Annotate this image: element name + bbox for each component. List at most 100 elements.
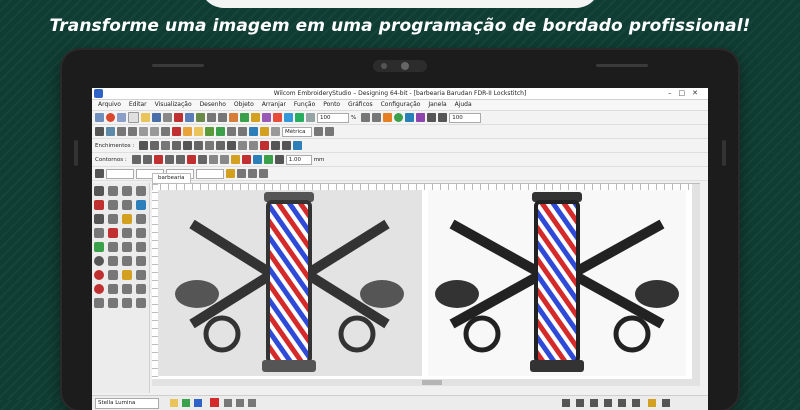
effect-icon[interactable] [262,113,271,122]
tool-icon[interactable] [108,270,118,280]
home-icon[interactable] [95,113,104,122]
tool-icon[interactable] [282,141,292,150]
select-tool-icon[interactable] [94,186,104,196]
menu-ajuda[interactable]: Ajuda [455,101,472,108]
navigation-icon[interactable] [590,399,598,407]
tool-icon[interactable] [94,284,104,294]
wilcom-icon[interactable] [106,113,115,122]
effect-icon[interactable] [260,127,269,136]
tool-icon[interactable] [314,127,323,136]
zoom-input[interactable]: 100 [317,112,349,123]
fill-type-icon[interactable] [139,141,149,150]
tool-icon[interactable] [122,228,132,238]
zoom-out-icon[interactable] [372,113,382,122]
tool-icon[interactable] [248,169,257,178]
shape-icon[interactable] [117,127,126,136]
color-swatch[interactable] [170,399,178,407]
menu-arranjar[interactable]: Arranjar [262,101,286,108]
tool-icon[interactable] [136,242,146,252]
tool-icon[interactable] [122,186,132,196]
outline-type-icon[interactable] [241,155,251,164]
tool-icon[interactable] [94,242,104,252]
tool-icon[interactable] [108,186,118,196]
menu-ponto[interactable]: Ponto [323,101,340,108]
effect-icon[interactable] [249,127,258,136]
tool-icon[interactable] [237,169,246,178]
tool-icon[interactable] [236,399,244,407]
draw-icon[interactable] [251,113,260,122]
tool-icon[interactable] [122,284,132,294]
navigation-icon[interactable] [662,399,670,407]
lock-icon[interactable] [226,169,235,178]
outline-type-icon[interactable] [142,155,152,164]
shape-icon[interactable] [161,127,170,136]
outline-type-icon[interactable] [186,155,196,164]
tool-icon[interactable] [248,399,256,407]
sun-icon[interactable] [383,113,393,122]
record-icon[interactable] [273,113,282,122]
fill-type-icon[interactable] [216,141,226,150]
copy-icon[interactable] [185,113,194,122]
outline-type-icon[interactable] [230,155,240,164]
outline-type-icon[interactable] [263,155,273,164]
menu-graficos[interactable]: Gráficos [348,101,373,108]
tool-icon[interactable] [122,298,132,308]
outline-type-icon[interactable] [252,155,262,164]
document-tab[interactable]: barbearia [152,173,191,183]
color-icon[interactable] [240,113,249,122]
navigation-icon[interactable] [604,399,612,407]
tool-icon[interactable] [122,256,132,266]
tool-icon[interactable] [136,298,146,308]
fill-type-icon[interactable] [205,141,215,150]
outline-type-icon[interactable] [153,155,163,164]
tool-icon[interactable] [136,256,146,266]
color-swatch[interactable] [194,399,202,407]
shape-icon[interactable] [128,127,137,136]
zoom-in-icon[interactable] [361,113,371,122]
outline-type-icon[interactable] [164,155,174,164]
stitch-icon[interactable] [229,113,238,122]
tool-icon[interactable] [94,270,104,280]
navigation-icon[interactable] [562,399,570,407]
design-canvas[interactable] [152,183,700,380]
layers-icon[interactable] [405,113,415,122]
search-icon[interactable] [438,113,448,122]
menu-visualizacao[interactable]: Visualização [155,101,192,108]
settings-icon[interactable] [306,113,315,122]
outline-type-icon[interactable] [274,155,284,164]
tool-icon[interactable] [122,200,132,210]
tool-icon[interactable] [136,270,146,280]
navigation-icon[interactable] [632,399,640,407]
print-icon[interactable] [163,113,172,122]
width-input[interactable]: 1.00 [285,154,312,165]
tool-icon[interactable] [108,228,118,238]
tool-icon[interactable] [136,284,146,294]
horizontal-scrollbar[interactable] [152,379,700,386]
tool-icon[interactable] [94,228,104,238]
tool-icon[interactable] [108,214,118,224]
save-icon[interactable] [152,113,161,122]
property-input[interactable] [196,168,224,179]
effect-icon[interactable] [183,127,192,136]
fill-type-icon[interactable] [183,141,193,150]
menu-editar[interactable]: Editar [129,101,147,108]
tool-icon[interactable] [94,298,104,308]
tool-icon[interactable] [122,270,132,280]
vertical-scrollbar[interactable] [692,184,700,380]
color-swatch[interactable] [182,399,190,407]
tool-icon[interactable] [271,141,281,150]
fill-type-icon[interactable] [150,141,160,150]
outline-type-icon[interactable] [175,155,185,164]
palette-icon[interactable] [416,113,426,122]
effect-icon[interactable] [194,127,203,136]
tool-icon[interactable] [325,127,334,136]
tool-icon[interactable] [108,284,118,294]
cut-icon[interactable] [174,113,183,122]
redo-icon[interactable] [218,113,227,122]
tool-icon[interactable] [122,242,132,252]
tool-icon[interactable] [108,298,118,308]
paste-icon[interactable] [196,113,205,122]
tool-icon[interactable] [108,242,118,252]
effect-icon[interactable] [205,127,214,136]
navigation-icon[interactable] [576,399,584,407]
